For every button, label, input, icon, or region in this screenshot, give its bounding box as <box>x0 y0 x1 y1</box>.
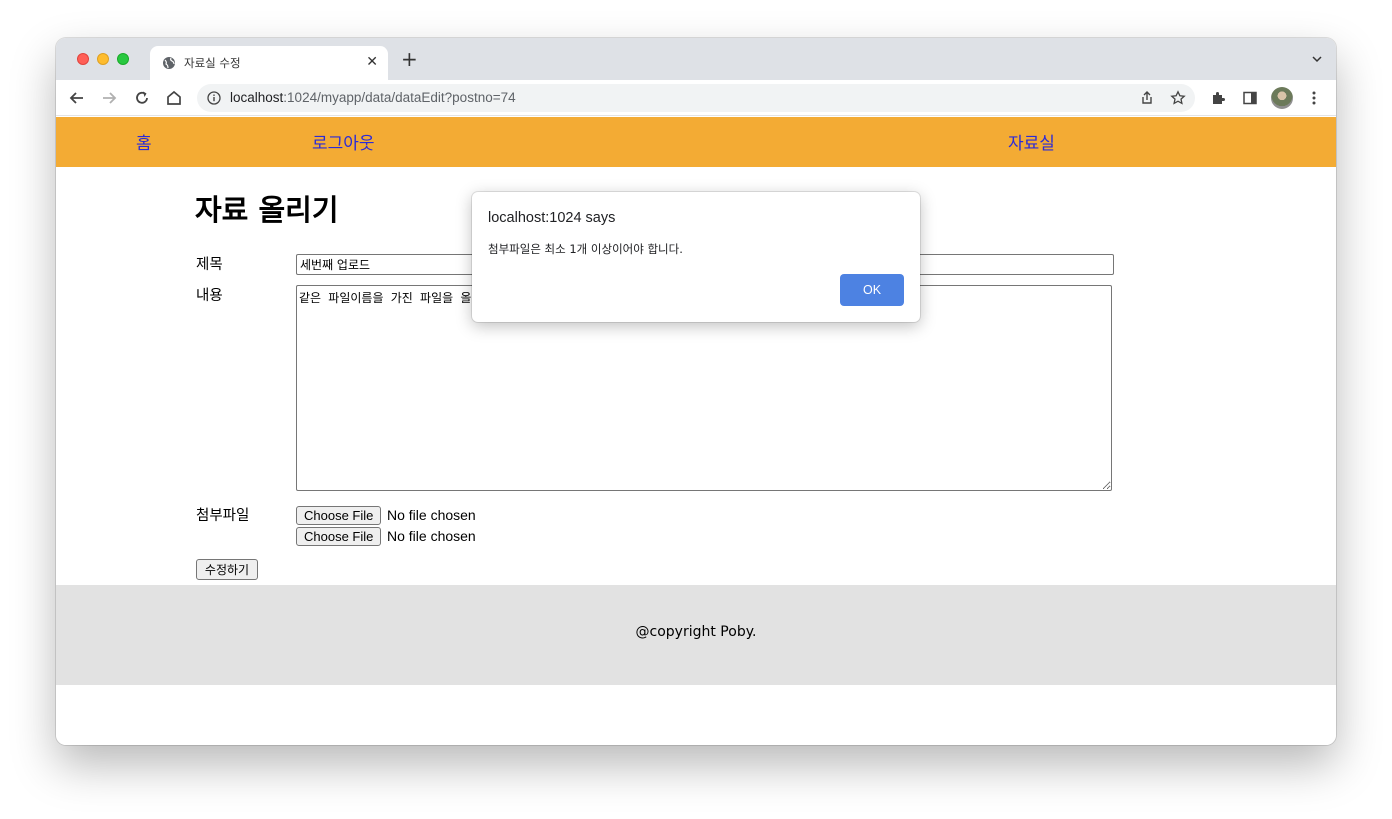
dialog-ok-button[interactable]: OK <box>840 274 904 306</box>
nav-home-link[interactable]: 홈 <box>136 129 152 154</box>
file-status-text: No file chosen <box>387 528 476 544</box>
profile-avatar[interactable] <box>1271 87 1293 109</box>
info-icon[interactable] <box>207 91 221 105</box>
dialog-message: 첨부파일은 최소 1개 이상이어야 합니다. <box>488 242 683 256</box>
back-arrow-icon[interactable] <box>68 89 86 107</box>
choose-file-button[interactable]: Choose File <box>296 527 382 546</box>
globe-icon <box>163 57 175 69</box>
bookmark-star-icon[interactable] <box>1170 90 1186 106</box>
nav-archive-link[interactable]: 자료실 <box>1008 129 1055 154</box>
title-label: 제목 <box>196 257 223 273</box>
home-icon[interactable] <box>165 89 183 107</box>
browser-toolbar: localhost:1024/myapp/data/dataEdit?postn… <box>56 80 1336 116</box>
share-icon[interactable] <box>1139 90 1155 106</box>
file-status-text: No file chosen <box>387 507 476 523</box>
content-label: 내용 <box>196 288 223 304</box>
choose-file-button[interactable]: Choose File <box>296 506 382 525</box>
side-panel-icon[interactable] <box>1242 90 1258 106</box>
alert-dialog: localhost:1024 says 첨부파일은 최소 1개 이상이어야 합니… <box>472 192 920 322</box>
nav-logout-link[interactable]: 로그아웃 <box>312 129 375 154</box>
browser-tab[interactable]: 자료실 수정 ✕ <box>150 46 388 80</box>
site-navbar: 홈 로그아웃 자료실 <box>56 117 1336 167</box>
url-text: localhost:1024/myapp/data/dataEdit?postn… <box>230 90 516 105</box>
reload-icon[interactable] <box>133 89 151 107</box>
new-tab-icon[interactable]: + <box>401 49 418 69</box>
chevron-down-icon[interactable] <box>1312 54 1322 64</box>
tab-title: 자료실 수정 <box>184 56 241 70</box>
close-window-button[interactable] <box>77 53 89 65</box>
submit-edit-button[interactable]: 수정하기 <box>196 559 258 580</box>
page-title: 자료 올리기 <box>195 193 339 227</box>
web-page: 홈 로그아웃 자료실 자료 올리기 제목 내용 같은 파일이름을 가진 파일을 … <box>56 117 1336 745</box>
copyright-text: @copyright Poby. <box>635 624 757 640</box>
address-bar[interactable]: localhost:1024/myapp/data/dataEdit?postn… <box>197 84 1195 112</box>
maximize-window-button[interactable] <box>117 53 129 65</box>
extensions-puzzle-icon[interactable] <box>1210 90 1226 106</box>
dialog-title: localhost:1024 says <box>488 210 616 226</box>
forward-arrow-icon[interactable] <box>100 89 118 107</box>
url-host: localhost <box>230 90 284 105</box>
more-menu-icon[interactable] <box>1306 90 1322 106</box>
tab-close-icon[interactable]: ✕ <box>366 53 378 71</box>
minimize-window-button[interactable] <box>97 53 109 65</box>
page-footer: @copyright Poby. <box>56 585 1336 685</box>
url-path: :1024/myapp/data/dataEdit?postno=74 <box>283 90 516 105</box>
browser-window: 자료실 수정 ✕ + localhost:1024/myapp/data/dat… <box>56 38 1336 745</box>
tab-strip: 자료실 수정 ✕ + <box>56 38 1336 80</box>
attachment-label: 첨부파일 <box>196 508 250 524</box>
